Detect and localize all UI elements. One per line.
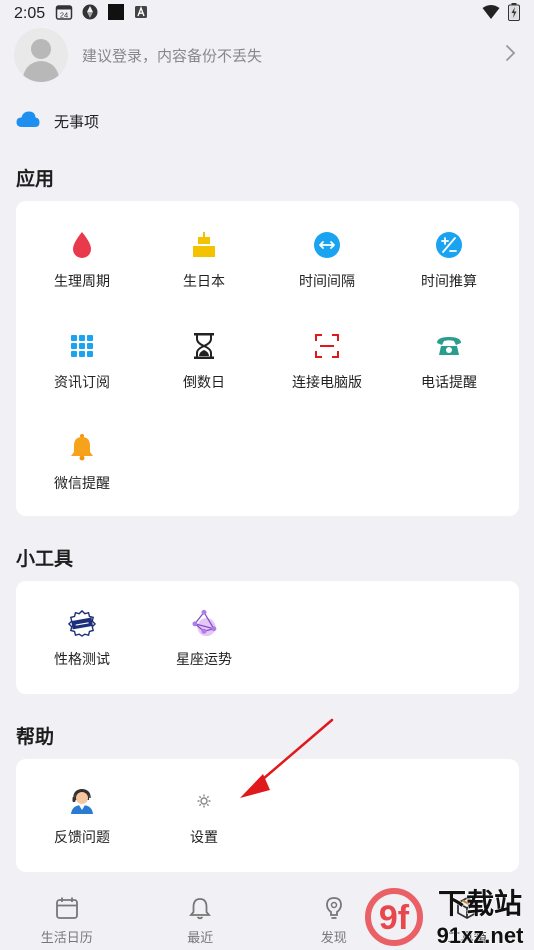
app-item-time-interval[interactable]: 时间间隔 <box>266 231 388 291</box>
constellation-icon <box>190 609 218 637</box>
app-item-time-calc[interactable]: 时间推算 <box>388 231 510 291</box>
birthday-cake-icon <box>190 231 218 259</box>
section-title-tools: 小工具 <box>16 548 74 570</box>
app-item-birthday[interactable]: 生日本 <box>143 231 265 291</box>
black-square-icon <box>107 3 125 25</box>
calendar-day-text: 24 <box>60 11 68 20</box>
app-item-news[interactable]: 资讯订阅 <box>21 332 143 392</box>
section-title-help: 帮助 <box>16 726 55 748</box>
watermark-url: 91xz.net <box>437 923 524 948</box>
app-label: 微信提醒 <box>54 476 110 492</box>
tool-item-horoscope[interactable]: 星座运势 <box>143 609 265 669</box>
app-label: 生日本 <box>183 274 225 290</box>
app-label: 资讯订阅 <box>54 375 110 391</box>
app-label: 电话提醒 <box>421 375 477 391</box>
app-item-countdown[interactable]: 倒数日 <box>143 332 265 392</box>
font-a-icon <box>133 4 149 24</box>
scan-frame-icon <box>313 332 341 360</box>
app-item-connect-pc[interactable]: 连接电脑版 <box>266 332 388 392</box>
sync-status-text: 无事项 <box>54 112 100 131</box>
app-label: 生理周期 <box>54 274 110 290</box>
app-item-phone-reminder[interactable]: 电话提醒 <box>388 332 510 392</box>
chevron-right-icon[interactable] <box>504 44 516 66</box>
help-item-settings[interactable]: 设置 <box>143 787 265 847</box>
tab-recent[interactable]: 最近 <box>134 888 268 950</box>
app-label: 倒数日 <box>183 375 225 391</box>
watermark: 9f 下载站 91xz.net <box>362 885 534 950</box>
tab-label: 发现 <box>320 931 347 946</box>
tool-item-personality-test[interactable]: 性格测试 <box>21 609 143 669</box>
watermark-logo-text: 9f <box>379 899 410 937</box>
time-interval-icon <box>313 231 341 259</box>
login-prompt[interactable]: 建议登录，内容备份不丢失 <box>82 45 262 66</box>
app-label: 时间间隔 <box>299 274 355 290</box>
help-label: 设置 <box>190 830 218 846</box>
app-item-wechat-reminder[interactable]: 微信提醒 <box>21 433 143 493</box>
lightbulb-icon <box>322 896 346 924</box>
support-agent-icon <box>68 787 96 815</box>
blood-drop-icon <box>68 231 96 259</box>
status-bar: 2:05 24 <box>0 0 534 28</box>
phone-icon <box>435 332 463 360</box>
section-title-apps: 应用 <box>16 168 55 190</box>
tools-card: 性格测试 星座运势 <box>16 581 519 694</box>
avatar[interactable] <box>14 28 68 82</box>
sync-row[interactable]: 无事项 <box>16 108 99 134</box>
tab-life-calendar[interactable]: 生活日历 <box>0 888 134 950</box>
status-time: 2:05 <box>14 5 46 22</box>
help-label: 反馈问题 <box>54 830 110 846</box>
tab-label: 生活日历 <box>40 931 93 946</box>
sync-status-icon <box>81 3 99 25</box>
gear-icon <box>190 787 218 815</box>
app-item-period[interactable]: 生理周期 <box>21 231 143 291</box>
app-label: 时间推算 <box>421 274 477 290</box>
help-card: 反馈问题 设置 <box>16 759 519 872</box>
tool-label: 星座运势 <box>176 652 232 668</box>
time-calc-icon <box>435 231 463 259</box>
wifi-icon <box>482 4 500 24</box>
apps-card: 生理周期 生日本 时间间隔 时间推算 资讯订阅 倒数日 连接电脑版 电话提醒 微… <box>16 201 519 516</box>
bell-icon <box>68 433 96 461</box>
cloud-icon <box>16 110 40 132</box>
hourglass-icon <box>190 332 218 360</box>
tab-label: 最近 <box>187 931 214 946</box>
tool-label: 性格测试 <box>54 652 110 668</box>
app-label: 连接电脑版 <box>292 375 362 391</box>
battery-icon <box>508 3 520 25</box>
test-badge-icon <box>68 609 96 637</box>
calendar-status-icon: 24 <box>55 3 73 25</box>
watermark-logo-icon: 9f <box>365 888 423 946</box>
grid-apps-icon <box>68 332 96 360</box>
help-item-feedback[interactable]: 反馈问题 <box>21 787 143 847</box>
calendar-icon <box>55 896 79 924</box>
bell-outline-icon <box>188 896 212 924</box>
profile-row[interactable]: 建议登录，内容备份不丢失 <box>14 28 520 82</box>
watermark-title: 下载站 <box>438 887 522 920</box>
